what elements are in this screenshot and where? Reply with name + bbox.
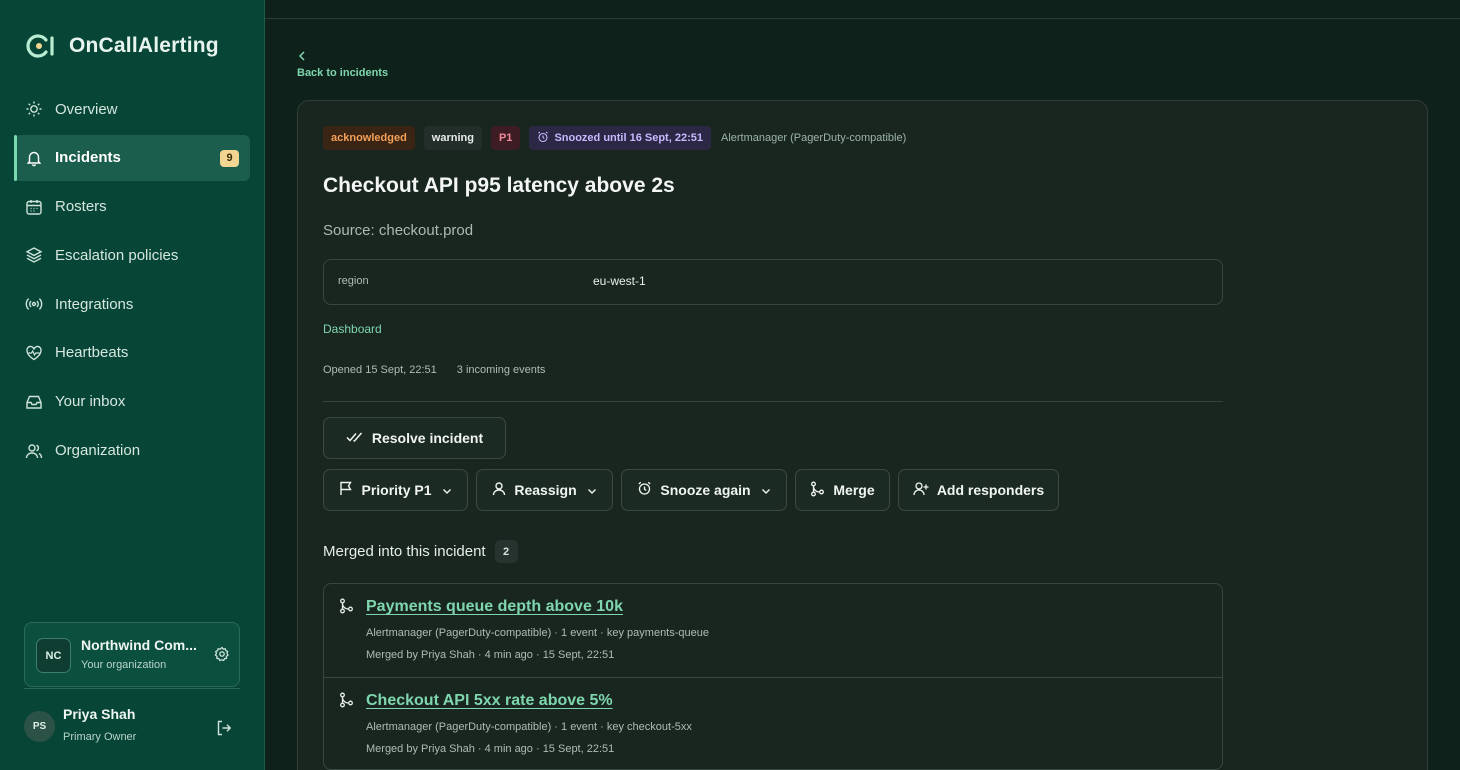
snooze-again-label: Snooze again [660,482,751,498]
label-value: eu-west-1 [593,274,646,288]
brand[interactable]: OnCallAlerting [25,33,219,59]
user-name: Priya Shah [63,706,136,722]
layers-icon [25,246,43,264]
resolve-label: Resolve incident [371,430,484,446]
reassign-label: Reassign [514,482,577,498]
organization-switcher[interactable]: NC Northwind Com... Your organization [24,622,240,687]
chevron-left-icon [297,50,388,64]
user-role: Primary Owner [63,731,137,743]
double-check-icon [346,430,364,447]
sidebar: OnCallAlerting Overview Incidents 9 Rost… [0,0,265,770]
merged-incident-link[interactable]: Checkout API 5xx rate above 5% [366,692,613,710]
git-merge-icon [339,598,354,619]
list-item: Checkout API 5xx rate above 5% Alertmana… [324,677,1222,769]
status-badge: acknowledged [323,126,415,150]
merge-label: Merge [833,482,875,498]
sidebar-item-label: Overview [55,100,118,118]
sidebar-item-incidents[interactable]: Incidents 9 [14,134,250,181]
org-avatar: NC [36,638,71,673]
sidebar-item-organization[interactable]: Organization [14,428,250,474]
sidebar-item-label: Rosters [55,198,107,216]
section-divider [323,401,1223,402]
merged-count-badge: 2 [494,540,518,563]
sidebar-item-label: Organization [55,442,141,460]
event-count: 3 incoming events [456,364,546,376]
page-title: Checkout API p95 latency above 2s [323,174,675,197]
merged-incident-by: Merged by Priya Shah · 4 min ago · 15 Se… [366,743,615,755]
list-item: Payments queue depth above 10k Alertmana… [324,584,1222,677]
broadcast-icon [25,295,43,313]
gear-icon[interactable] [214,646,230,667]
user-plus-icon [913,481,929,499]
sidebar-item-label: Escalation policies [55,246,179,264]
back-label: Back to incidents [297,67,389,79]
merged-heading: Merged into this incident 2 [323,540,518,563]
users-icon [25,442,43,460]
chevron-down-icon [587,482,597,498]
add-responders-button[interactable]: Add responders [898,469,1059,511]
sun-icon [25,100,43,118]
flag-icon [339,481,353,499]
merged-incident-by: Merged by Priya Shah · 4 min ago · 15 Se… [366,649,615,661]
sidebar-nav: Overview Incidents 9 Rosters Escalation … [14,86,250,476]
alarm-clock-icon [537,131,549,146]
org-name: Northwind Com... [81,637,197,653]
merged-incident-link[interactable]: Payments queue depth above 10k [366,598,623,616]
snooze-label: Snoozed until 16 Sept, 22:51 [554,132,703,144]
reassign-dropdown[interactable]: Reassign [476,469,613,511]
heart-pulse-icon [25,344,43,362]
incident-count-badge: 9 [220,149,239,167]
sidebar-item-label: Incidents [55,149,121,167]
sidebar-item-label: Integrations [55,295,134,313]
header-divider [265,18,1460,19]
sidebar-item-your-inbox[interactable]: Your inbox [14,379,250,425]
priority-label: Priority P1 [361,482,432,498]
priority-dropdown[interactable]: Priority P1 [323,469,468,511]
sidebar-item-integrations[interactable]: Integrations [14,281,250,327]
sidebar-item-heartbeats[interactable]: Heartbeats [14,330,250,376]
opened-at: Opened 15 Sept, 22:51 [323,364,437,376]
merged-incidents-list: Payments queue depth above 10k Alertmana… [323,583,1223,770]
labels-table: region eu-west-1 [323,259,1223,305]
logout-icon[interactable] [215,719,233,742]
git-merge-icon [810,481,825,500]
add-responders-label: Add responders [936,482,1045,498]
merged-heading-label: Merged into this incident [323,543,486,560]
app-logo-icon [25,33,59,59]
sidebar-item-label: Heartbeats [55,344,129,362]
sidebar-item-label: Your inbox [55,393,126,411]
inbox-icon [25,393,43,411]
app-name: OnCallAlerting [69,34,219,57]
git-merge-icon [339,692,354,713]
merge-button[interactable]: Merge [795,469,890,511]
user-icon [492,481,506,499]
label-key: region [338,275,369,287]
back-link[interactable]: Back to incidents [297,50,388,79]
bell-icon [25,149,43,167]
resolve-incident-button[interactable]: Resolve incident [323,417,506,459]
merged-incident-details: Alertmanager (PagerDuty-compatible) · 1 … [366,627,709,639]
avatar[interactable]: PS [24,711,55,742]
incident-tags: acknowledged warning P1 Snoozed until 16… [323,126,906,150]
severity-badge: warning [423,126,482,150]
dashboard-link[interactable]: Dashboard [323,322,382,336]
integration-name: Alertmanager (PagerDuty-compatible) [720,132,907,144]
incident-meta: Opened 15 Sept, 22:51 3 incoming events [323,364,545,376]
sidebar-item-overview[interactable]: Overview [14,86,250,132]
calendar-icon [25,198,43,216]
org-subtitle: Your organization [81,659,167,671]
snooze-dropdown[interactable]: Snooze again [621,469,787,511]
chevron-down-icon [761,482,771,498]
alarm-clock-icon [637,481,652,499]
priority-badge: P1 [490,126,521,150]
merged-incident-details: Alertmanager (PagerDuty-compatible) · 1 … [366,721,692,733]
chevron-down-icon [442,482,452,498]
sidebar-divider [24,688,240,689]
incident-source: Source: checkout.prod [323,222,474,239]
sidebar-item-escalation-policies[interactable]: Escalation policies [14,232,250,278]
snooze-badge: Snoozed until 16 Sept, 22:51 [529,126,711,150]
sidebar-item-rosters[interactable]: Rosters [14,184,250,230]
